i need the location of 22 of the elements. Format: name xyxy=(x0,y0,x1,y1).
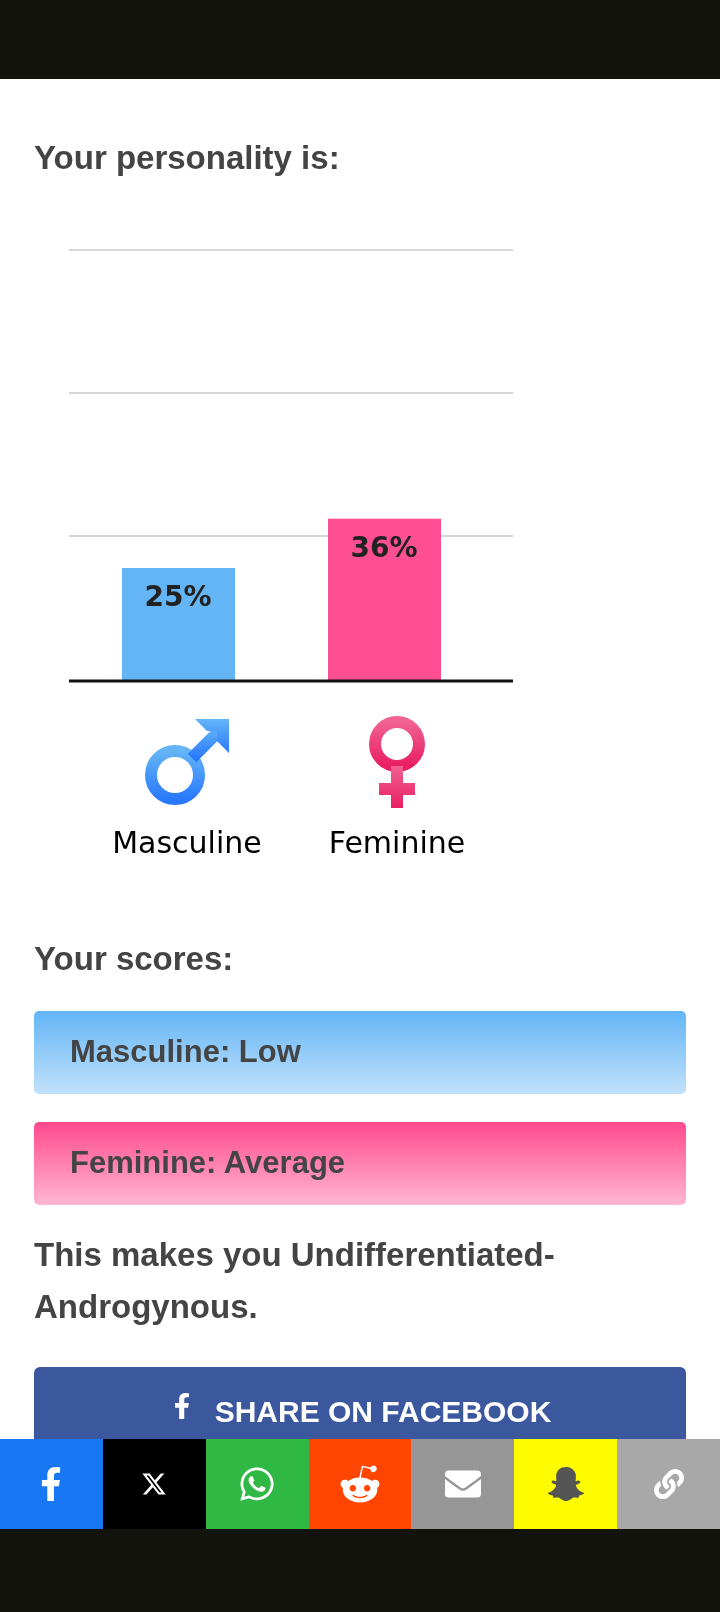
share-button[interactable] xyxy=(308,1439,412,1529)
category-label: Masculine xyxy=(112,824,262,862)
link-icon xyxy=(653,1469,684,1499)
chat-bubble-phone-icon xyxy=(238,1465,277,1503)
share-button[interactable] xyxy=(102,1439,206,1529)
share-button[interactable] xyxy=(514,1439,618,1529)
category-label: Feminine xyxy=(328,824,466,862)
score-bar: Masculine: Low xyxy=(34,1011,686,1094)
section-heading: Your personality is: xyxy=(34,138,341,178)
share-facebook-label: SHARE ON FACEBOOK xyxy=(214,1394,552,1430)
result-text: This makes you Undifferentiated-Androgynous. xyxy=(34,1235,556,1327)
score-bar: Feminine: Average xyxy=(34,1122,686,1205)
ghost-icon xyxy=(547,1466,584,1502)
share-button[interactable] xyxy=(0,1439,103,1529)
bar-value-label: 36% xyxy=(350,530,418,564)
share-facebook-button[interactable]: SHARE ON FACEBOOK xyxy=(34,1367,686,1439)
male-symbol-icon xyxy=(143,717,231,807)
bar-value-label: 25% xyxy=(144,580,212,613)
section-heading: Your scores: xyxy=(34,939,235,979)
x-letter-icon xyxy=(141,1471,168,1497)
share-button[interactable] xyxy=(411,1439,515,1529)
alien-face-icon xyxy=(339,1463,381,1505)
